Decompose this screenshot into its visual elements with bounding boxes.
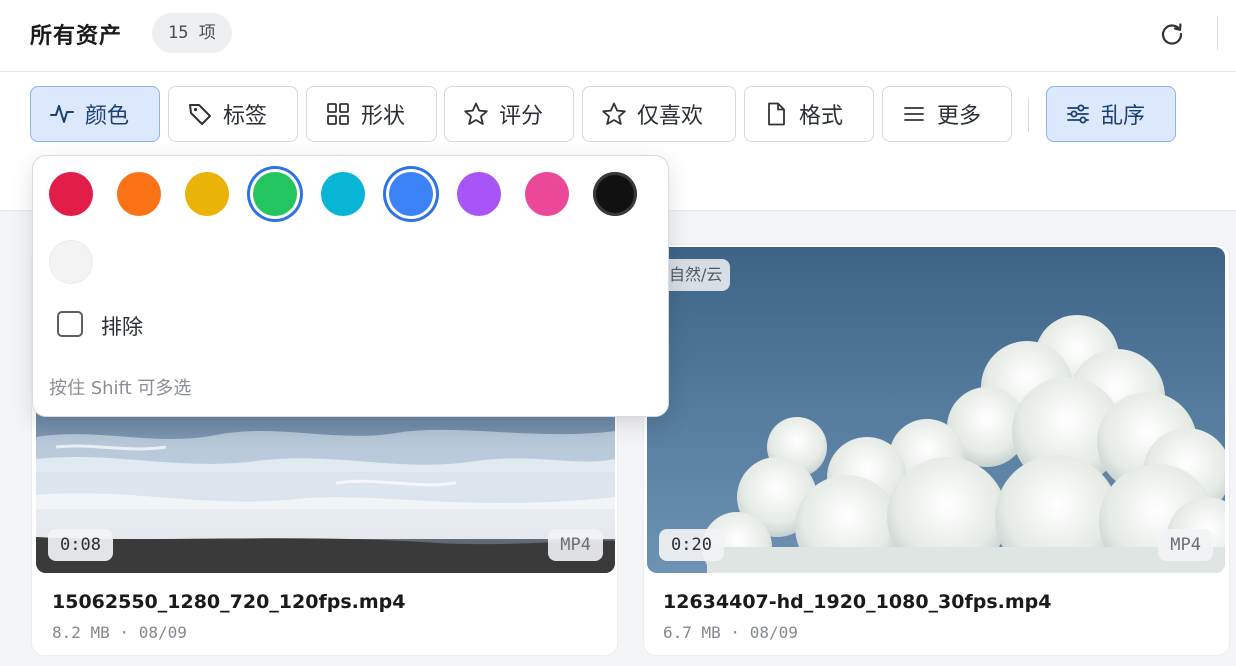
format-filter-button[interactable]: 格式	[744, 86, 874, 142]
color-swatch-orange[interactable]	[117, 172, 161, 216]
toolbar-divider	[1028, 98, 1029, 132]
item-count-badge: 15 项	[152, 13, 232, 53]
format-badge: MP4	[548, 529, 603, 561]
format-badge: MP4	[1158, 529, 1213, 561]
exclude-checkbox[interactable]	[57, 311, 83, 337]
color-swatch-red[interactable]	[49, 172, 93, 216]
exclude-label[interactable]: 排除	[101, 311, 143, 341]
more-filters-label: 更多	[937, 104, 982, 129]
star-icon	[464, 102, 488, 125]
grid-icon	[327, 103, 349, 125]
format-filter-label: 格式	[799, 104, 844, 129]
tags-filter-button[interactable]: 标签	[168, 86, 298, 142]
color-swatch-cyan[interactable]	[321, 172, 365, 216]
shape-filter-label: 形状	[361, 104, 406, 129]
color-swatch-blue[interactable]	[389, 172, 433, 216]
multi-select-hint: 按住 Shift 可多选	[49, 378, 192, 399]
shuffle-button[interactable]: 乱序	[1046, 86, 1176, 142]
asset-meta: 6.7 MB · 08/09	[663, 623, 798, 642]
color-swatch-yellow[interactable]	[185, 172, 229, 216]
color-swatch-green[interactable]	[253, 172, 297, 216]
color-swatch-black[interactable]	[593, 172, 637, 216]
page-title: 所有资产	[30, 24, 123, 49]
asset-meta: 8.2 MB · 08/09	[52, 623, 187, 642]
tag-icon	[189, 104, 211, 125]
rating-filter-button[interactable]: 评分	[444, 86, 574, 142]
tags-filter-label: 标签	[223, 104, 268, 129]
shuffle-label: 乱序	[1101, 104, 1146, 129]
file-icon	[768, 102, 785, 126]
asset-filename[interactable]: 15062550_1280_720_120fps.mp4	[52, 591, 405, 613]
star-outline-icon	[602, 102, 626, 125]
color-filter-button[interactable]: 颜色	[30, 86, 160, 142]
favorites-only-label: 仅喜欢	[637, 104, 704, 129]
asset-filename[interactable]: 12634407-hd_1920_1080_30fps.mp4	[663, 591, 1052, 613]
menu-icon	[904, 107, 924, 121]
duration-badge: 0:20	[659, 529, 724, 561]
page-header: 所有资产 15 项	[0, 0, 1236, 72]
color-filter-popover: 排除 按住 Shift 可多选	[32, 155, 669, 417]
asset-card[interactable]: 自然/云 0:20 MP4 12634407-hd_1920_1080_30fp…	[644, 245, 1229, 655]
category-tag[interactable]: 自然/云	[661, 259, 731, 291]
favorites-only-button[interactable]: 仅喜欢	[582, 86, 736, 142]
more-filters-button[interactable]: 更多	[882, 86, 1012, 142]
shape-filter-button[interactable]: 形状	[306, 86, 437, 142]
header-divider	[1217, 16, 1218, 50]
refresh-icon	[1161, 23, 1183, 45]
asset-library-page: 所有资产 15 项 颜色 标签 形状 评分 仅喜欢 格式 更多 乱序 0:08 …	[0, 0, 1236, 666]
duration-badge: 0:08	[48, 529, 113, 561]
cloud-thumbnail-image	[647, 247, 1225, 573]
video-thumbnail[interactable]: 自然/云 0:20 MP4	[647, 247, 1225, 573]
activity-icon	[50, 105, 74, 123]
color-swatch-pink[interactable]	[525, 172, 569, 216]
refresh-button[interactable]	[1158, 20, 1186, 48]
sliders-icon	[1067, 104, 1089, 124]
color-filter-label: 颜色	[85, 104, 130, 129]
rating-filter-label: 评分	[499, 104, 544, 129]
color-swatch-white[interactable]	[49, 240, 93, 284]
color-swatch-purple[interactable]	[457, 172, 501, 216]
